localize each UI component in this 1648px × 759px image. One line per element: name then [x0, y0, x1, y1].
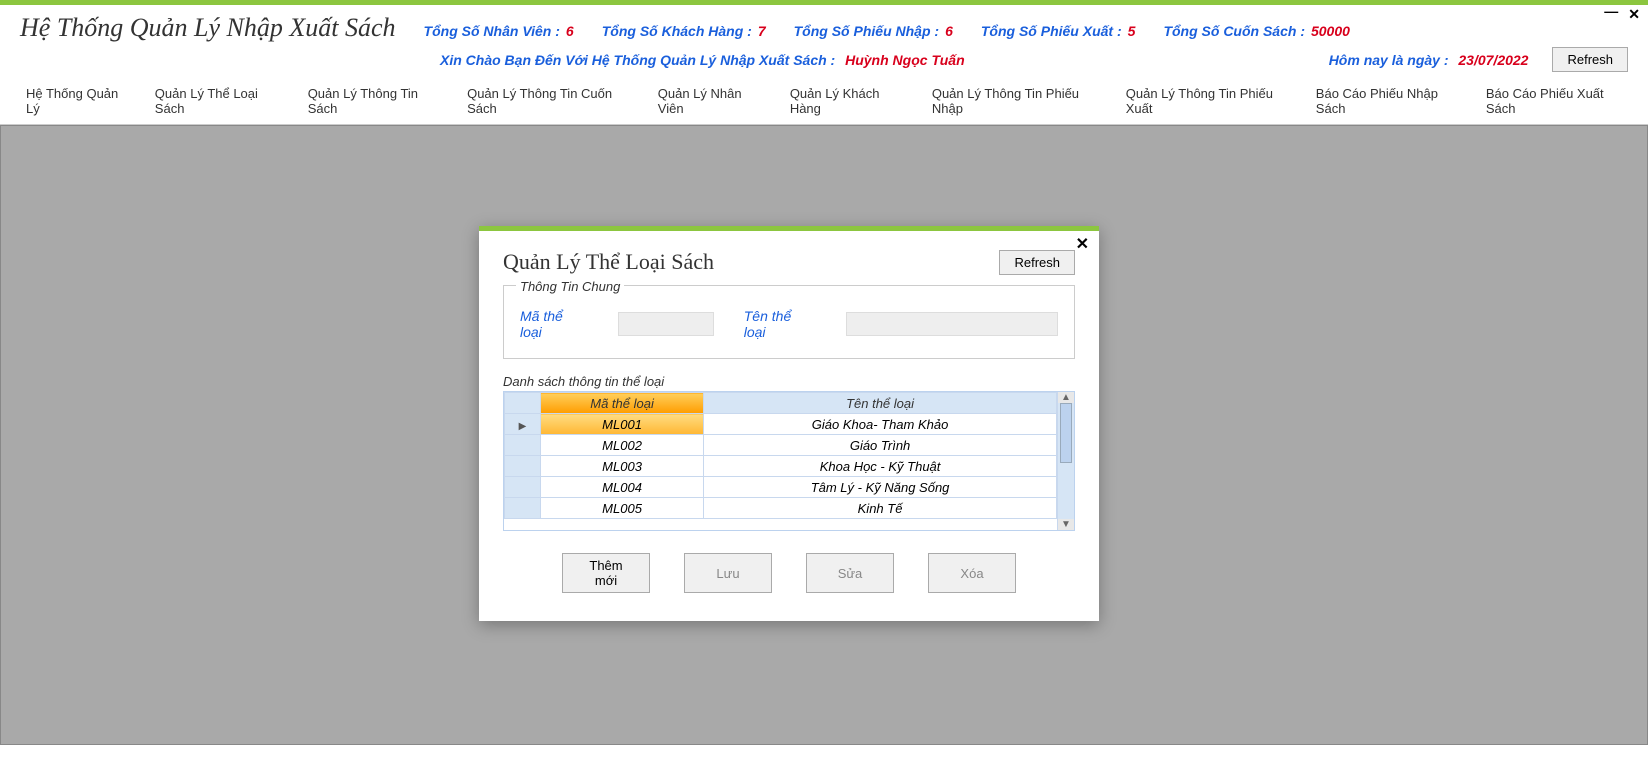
stat-value: 6: [945, 23, 953, 39]
stat-value: 5: [1128, 23, 1136, 39]
scroll-up-icon[interactable]: ▲: [1061, 392, 1071, 403]
col-header-ten[interactable]: Tên thể loại: [704, 393, 1057, 414]
fieldset-thong-tin-chung: Thông Tin Chung Mã thể loại Tên thể loại: [503, 285, 1075, 359]
cell-ma[interactable]: ML005: [541, 498, 704, 519]
data-grid[interactable]: Mã thể loại Tên thể loại ML001Giáo Khoa-…: [503, 391, 1075, 531]
fieldset-legend: Thông Tin Chung: [516, 279, 624, 294]
label-ten-the-loai: Tên thể loại: [744, 308, 816, 340]
close-icon[interactable]: ✕: [1628, 6, 1640, 23]
btn-sua[interactable]: Sửa: [806, 553, 894, 593]
cell-ten[interactable]: Khoa Học - Kỹ Thuật: [704, 456, 1057, 477]
dialog-the-loai: ✕ Quản Lý Thể Loại Sách Refresh Thông Ti…: [479, 226, 1099, 621]
action-row: Thêm mới Lưu Sửa Xóa: [503, 553, 1075, 593]
grid-scrollbar[interactable]: ▲ ▼: [1057, 392, 1074, 530]
menu-khach-hang[interactable]: Quản Lý Khách Hàng: [784, 84, 908, 118]
stat-label: Tổng Số Phiếu Nhập :: [794, 23, 939, 39]
btn-luu[interactable]: Lưu: [684, 553, 772, 593]
btn-xoa[interactable]: Xóa: [928, 553, 1016, 593]
fieldset-danh-sach: Danh sách thông tin thể loại Mã thể loại…: [503, 373, 1075, 531]
cell-ten[interactable]: Giáo Trình: [704, 435, 1057, 456]
cell-ma[interactable]: ML003: [541, 456, 704, 477]
cell-ten[interactable]: Kinh Tế: [704, 498, 1057, 519]
minimize-icon[interactable]: —: [1604, 3, 1618, 20]
scroll-down-icon[interactable]: ▼: [1061, 519, 1071, 530]
mdi-workspace: ✕ Quản Lý Thể Loại Sách Refresh Thông Ti…: [0, 125, 1648, 745]
row-header[interactable]: [505, 498, 541, 519]
today-text: Hôm nay là ngày : 23/07/2022: [1329, 52, 1529, 68]
menu-the-loai[interactable]: Quản Lý Thể Loại Sách: [149, 84, 284, 118]
fieldset-legend-2: Danh sách thông tin thể loại: [499, 374, 668, 389]
welcome-user: Huỳnh Ngọc Tuấn: [845, 52, 965, 68]
dialog-close-icon[interactable]: ✕: [1076, 234, 1089, 254]
table-row[interactable]: ML003Khoa Học - Kỹ Thuật: [505, 456, 1057, 477]
btn-them-moi[interactable]: Thêm mới: [562, 553, 650, 593]
table-row[interactable]: ML004Tâm Lý - Kỹ Năng Sống: [505, 477, 1057, 498]
menu-bao-cao-nhap[interactable]: Báo Cáo Phiếu Nhập Sách: [1310, 84, 1462, 118]
stat-phieunhap: Tổng Số Phiếu Nhập : 6: [794, 23, 953, 39]
menu-cuon-sach[interactable]: Quản Lý Thông Tin Cuốn Sách: [461, 84, 634, 118]
stat-phieuxuat: Tổng Số Phiếu Xuất : 5: [981, 23, 1136, 39]
col-header-ma[interactable]: Mã thể loại: [541, 393, 704, 414]
welcome-label: Xin Chào Bạn Đến Với Hệ Thống Quản Lý Nh…: [440, 52, 835, 68]
row-header[interactable]: [505, 414, 541, 435]
row-header[interactable]: [505, 435, 541, 456]
menu-he-thong[interactable]: Hệ Thống Quản Lý: [20, 84, 131, 118]
app-title: Hệ Thống Quản Lý Nhập Xuất Sách: [20, 13, 396, 43]
menu-phieu-nhap[interactable]: Quản Lý Thông Tin Phiếu Nhập: [926, 84, 1102, 118]
row-header[interactable]: [505, 456, 541, 477]
cell-ma[interactable]: ML002: [541, 435, 704, 456]
today-label: Hôm nay là ngày :: [1329, 52, 1449, 68]
header: Hệ Thống Quản Lý Nhập Xuất Sách Tổng Số …: [0, 5, 1648, 47]
scroll-track[interactable]: [1058, 403, 1074, 519]
stat-label: Tổng Số Khách Hàng :: [602, 23, 752, 39]
grid-corner[interactable]: [505, 393, 541, 414]
subheader: Xin Chào Bạn Đến Với Hệ Thống Quản Lý Nh…: [0, 47, 1648, 78]
dialog-title: Quản Lý Thể Loại Sách: [503, 249, 714, 275]
menubar: Hệ Thống Quản Lý Quản Lý Thể Loại Sách Q…: [0, 78, 1648, 125]
stat-khachhang: Tổng Số Khách Hàng : 7: [602, 23, 766, 39]
cell-ma[interactable]: ML004: [541, 477, 704, 498]
refresh-button[interactable]: Refresh: [1552, 47, 1628, 72]
table-row[interactable]: ML005Kinh Tế: [505, 498, 1057, 519]
stat-cuonsach: Tổng Số Cuốn Sách : 50000: [1163, 23, 1349, 39]
label-ma-the-loai: Mã thể loại: [520, 308, 588, 340]
today-date: 23/07/2022: [1458, 52, 1528, 68]
cell-ten[interactable]: Tâm Lý - Kỹ Năng Sống: [704, 477, 1057, 498]
menu-thong-tin-sach[interactable]: Quản Lý Thông Tin Sách: [302, 84, 443, 118]
scroll-thumb[interactable]: [1060, 403, 1072, 463]
window-controls: — ✕: [1604, 6, 1640, 23]
menu-bao-cao-xuat[interactable]: Báo Cáo Phiếu Xuất Sách: [1480, 84, 1628, 118]
cell-ma[interactable]: ML001: [541, 414, 704, 435]
menu-nhan-vien[interactable]: Quản Lý Nhân Viên: [652, 84, 766, 118]
input-ten-the-loai[interactable]: [846, 312, 1058, 336]
stat-value: 50000: [1311, 23, 1350, 39]
stat-value: 6: [566, 23, 574, 39]
stat-label: Tổng Số Nhân Viên :: [424, 23, 560, 39]
stat-value: 7: [758, 23, 766, 39]
stat-nhanvien: Tổng Số Nhân Viên : 6: [424, 23, 574, 39]
stat-label: Tổng Số Phiếu Xuất :: [981, 23, 1122, 39]
menu-phieu-xuat[interactable]: Quản Lý Thông Tin Phiếu Xuất: [1120, 84, 1292, 118]
input-ma-the-loai[interactable]: [618, 312, 714, 336]
welcome-text: Xin Chào Bạn Đến Với Hệ Thống Quản Lý Nh…: [440, 52, 965, 68]
dialog-refresh-button[interactable]: Refresh: [999, 250, 1075, 275]
table-row[interactable]: ML002Giáo Trình: [505, 435, 1057, 456]
table-row[interactable]: ML001Giáo Khoa- Tham Khảo: [505, 414, 1057, 435]
stat-label: Tổng Số Cuốn Sách :: [1163, 23, 1305, 39]
row-header[interactable]: [505, 477, 541, 498]
cell-ten[interactable]: Giáo Khoa- Tham Khảo: [704, 414, 1057, 435]
